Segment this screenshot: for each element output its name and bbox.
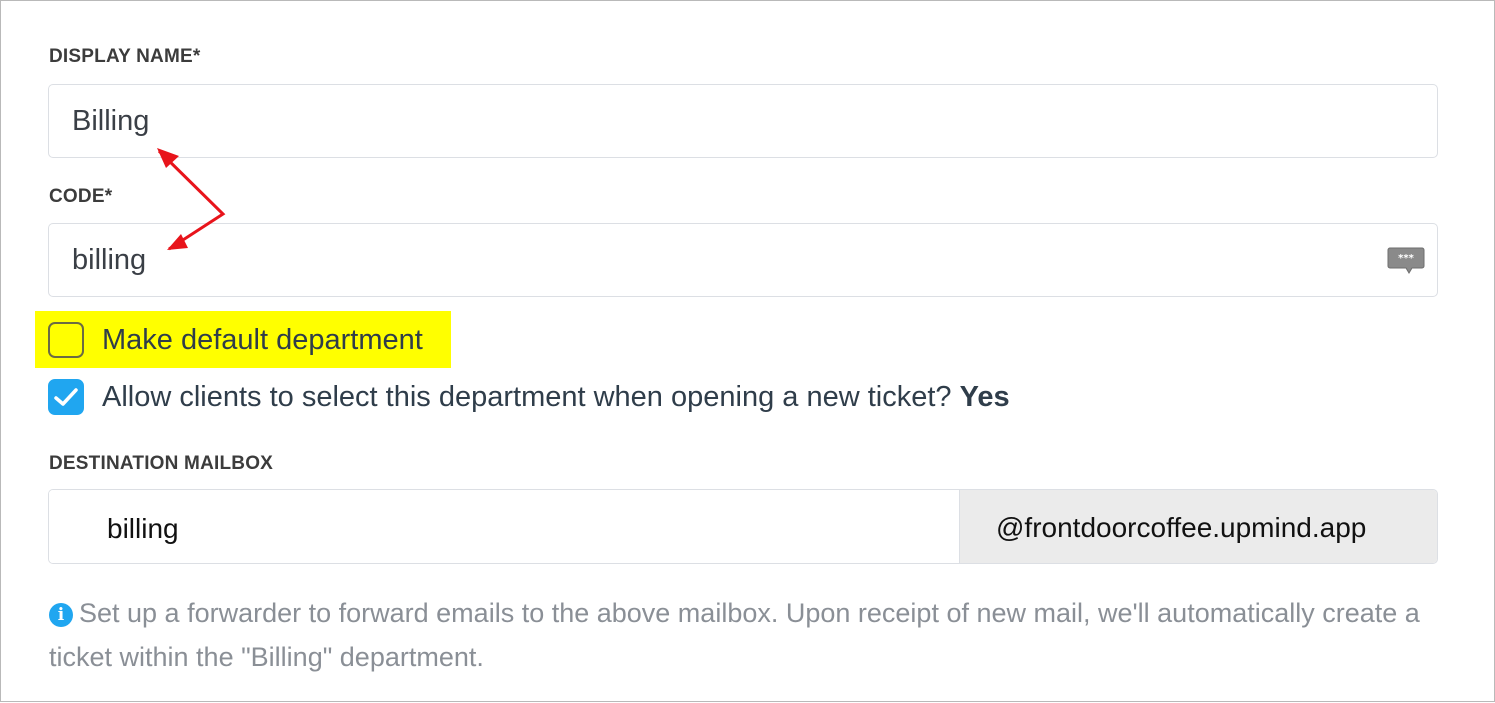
display-name-value: Billing xyxy=(72,105,150,137)
code-value: billing xyxy=(72,244,147,276)
mailbox-local-input[interactable]: billing xyxy=(49,490,959,563)
allow-clients-label: Allow clients to select this department … xyxy=(102,381,1010,414)
default-department-row[interactable]: Make default department xyxy=(39,322,423,358)
speech-bubble-icon[interactable]: *** xyxy=(1387,246,1425,276)
destination-mailbox-label: DESTINATION MAILBOX xyxy=(49,453,274,474)
mailbox-domain-text: @frontdoorcoffee.upmind.app xyxy=(996,512,1367,543)
destination-mailbox-field: billing @frontdoorcoffee.upmind.app xyxy=(48,489,1438,564)
allow-clients-state: Yes xyxy=(959,380,1010,413)
mailbox-local-value: billing xyxy=(107,513,179,544)
svg-text:***: *** xyxy=(1398,253,1414,264)
code-label: CODE* xyxy=(49,186,113,207)
help-text: Set up a forwarder to forward emails to … xyxy=(49,598,1420,672)
allow-clients-row[interactable]: Allow clients to select this department … xyxy=(39,379,1010,415)
mailbox-help-text: i Set up a forwarder to forward emails to… xyxy=(49,591,1429,679)
allow-clients-checkbox[interactable] xyxy=(48,379,84,415)
default-department-label: Make default department xyxy=(102,323,423,356)
default-department-checkbox[interactable] xyxy=(48,322,84,358)
checkmark-icon xyxy=(54,388,78,406)
code-input[interactable]: billing *** xyxy=(48,223,1438,297)
department-form: DISPLAY NAME* Billing CODE* billing *** … xyxy=(0,0,1495,702)
display-name-label: DISPLAY NAME* xyxy=(49,46,201,67)
allow-clients-text: Allow clients to select this department … xyxy=(102,380,952,413)
display-name-input[interactable]: Billing xyxy=(48,84,1438,158)
mailbox-domain-addon: @frontdoorcoffee.upmind.app xyxy=(959,490,1437,563)
info-icon: i xyxy=(49,603,73,627)
